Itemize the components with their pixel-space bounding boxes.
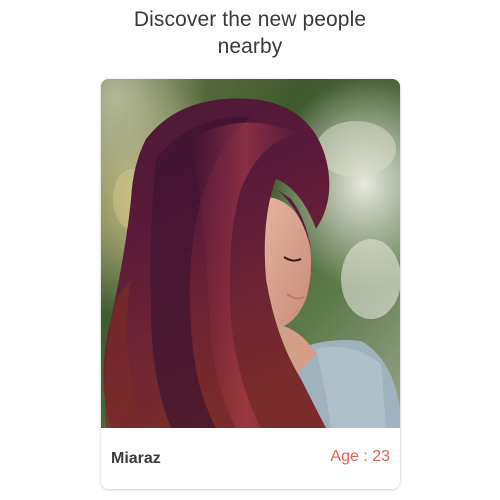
profile-card[interactable]: Miaraz Age : 23 — [101, 79, 400, 489]
profile-photo[interactable] — [101, 79, 400, 428]
profile-card-footer: Miaraz Age : 23 — [101, 428, 400, 489]
page-title: Discover the new people nearby — [0, 6, 500, 60]
profile-name: Miaraz — [111, 450, 161, 467]
profile-age: Age : 23 — [330, 448, 390, 465]
page-title-line-1: Discover the new people — [133, 8, 367, 31]
discover-screen: Discover the new people nearby Miaraz Ag… — [0, 0, 500, 500]
page-title-line-2: nearby — [217, 35, 283, 58]
